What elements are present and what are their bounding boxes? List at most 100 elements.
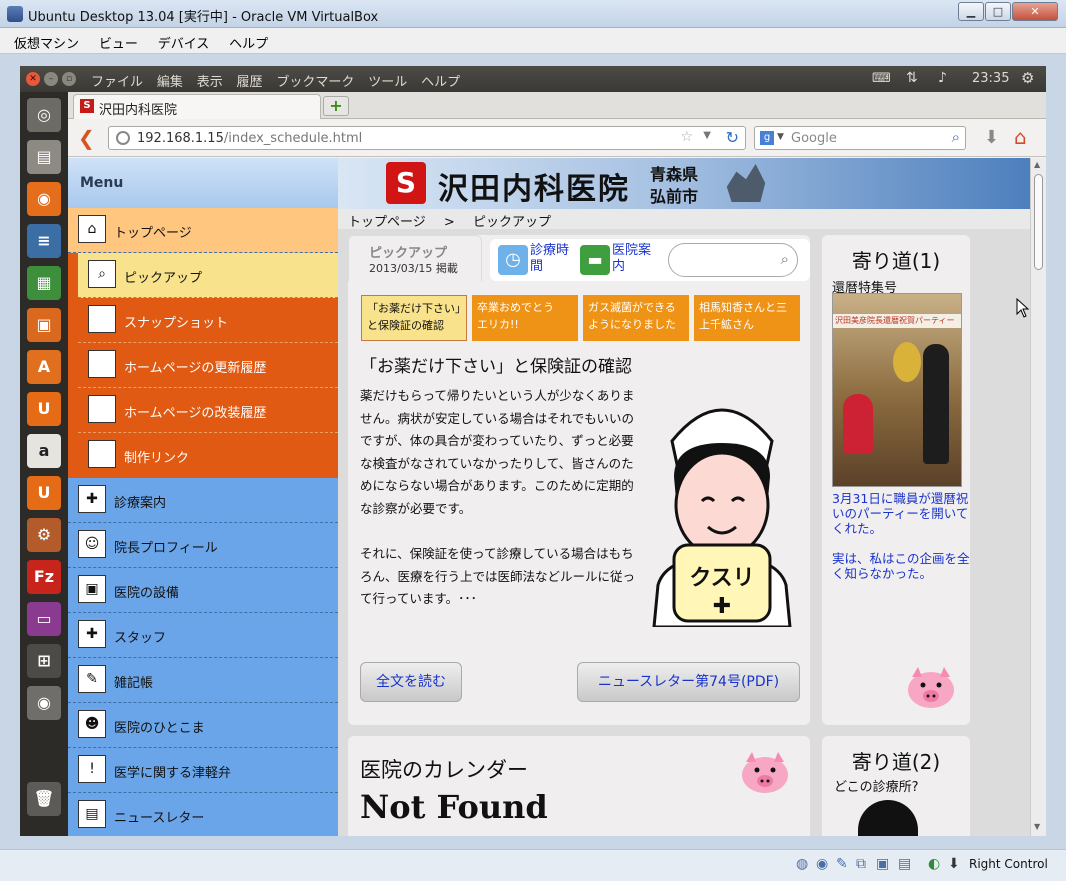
vertical-scrollbar[interactable]: ▲ ▼ (1030, 158, 1046, 836)
yorimichi-1-title: 寄り道(1) (851, 249, 941, 273)
nav-top-page[interactable]: ⌂ トップページ (68, 208, 338, 253)
writer-icon[interactable]: ≡ (27, 224, 61, 258)
shared-folder-icon[interactable]: ⧉ (856, 856, 866, 872)
menu-view[interactable]: 表示 (192, 66, 228, 90)
dash-icon[interactable]: ◎ (27, 98, 61, 132)
close-window-icon[interactable]: ✕ (26, 72, 40, 86)
nav-production-links[interactable]: ⚙ 制作リンク (78, 433, 338, 478)
terminal-icon[interactable]: ▭ (27, 602, 61, 636)
reload-icon[interactable]: ↻ (726, 128, 739, 147)
nav-hours-link[interactable]: 診療時間 (530, 243, 570, 275)
impress-icon[interactable]: ▣ (27, 308, 61, 342)
cd-icon[interactable]: ◉ (816, 856, 828, 872)
minimize-window-icon[interactable]: – (44, 72, 58, 86)
nav-clinic-moments[interactable]: ☻ 医院のひとこま (68, 703, 338, 748)
volume-icon[interactable]: ♪ (938, 70, 947, 86)
url-bar[interactable]: 192.168.1.15/index_schedule.html ☆ ▼ ↻ (108, 126, 746, 150)
home-icon[interactable]: ⌂ (1014, 125, 1027, 149)
nav-staff[interactable]: ✚ スタッフ (68, 613, 338, 658)
yorimichi-1-caption-2[interactable]: 実は、私はこの企画を全く知らなかった。 (832, 551, 970, 581)
keyboard-capture-icon[interactable]: ⬇ (948, 856, 960, 872)
filezilla-icon[interactable]: Fz (27, 560, 61, 594)
gear-icon[interactable]: ⚙ (1021, 69, 1034, 87)
site-search-input[interactable]: ⌕ (668, 243, 798, 277)
display-icon[interactable]: ▤ (898, 856, 911, 872)
read-more-button[interactable]: 全文を読む (360, 662, 462, 702)
menu-tools[interactable]: ツール (363, 66, 412, 90)
party-photo[interactable]: 沢田美彦院長還暦祝賀パーティー (832, 293, 962, 487)
scroll-thumb[interactable] (1034, 174, 1043, 270)
mouse-cursor-icon (1016, 298, 1030, 318)
nav-update-history[interactable]: ✎ ホームページの更新履歴 (78, 343, 338, 388)
ubuntu-one-icon[interactable]: U (27, 392, 61, 426)
history-dropdown-icon[interactable]: ▼ (703, 130, 711, 141)
network-icon[interactable]: ⇅ (906, 70, 918, 86)
nav-equipment[interactable]: ▣ 医院の設備 (68, 568, 338, 613)
nav-medical-info[interactable]: ✚ 診療案内 (68, 478, 338, 523)
dvd-icon[interactable]: ◉ (27, 686, 61, 720)
firefox-icon[interactable]: ◉ (27, 182, 61, 216)
new-tab-button[interactable]: + (323, 96, 349, 116)
engine-dropdown-icon[interactable]: ▼ (777, 132, 784, 142)
yorimichi-1-caption-1[interactable]: 3月31日に職員が還暦祝いのパーティーを開いてくれた。 (832, 491, 970, 536)
menu-file[interactable]: ファイル (86, 66, 148, 90)
nav-guide-link[interactable]: 医院案内 (612, 243, 652, 275)
scroll-down-icon[interactable]: ▼ (1034, 822, 1040, 831)
menu-help[interactable]: ヘルプ (221, 28, 276, 52)
search-icon[interactable]: ⌕ (781, 250, 789, 268)
pickup-tab[interactable]: ピックアップ 2013/03/15 掲載 (348, 235, 482, 281)
news-tab-3[interactable]: ガス滅菌ができる ようになりました (583, 295, 689, 341)
menu-view[interactable]: ビュー (91, 28, 146, 52)
system-settings-icon[interactable]: ⚙ (27, 518, 61, 552)
nav-newsletter[interactable]: ▤ ニュースレター (68, 793, 338, 836)
keyboard-icon[interactable]: ⌨ (872, 71, 891, 86)
menu-help[interactable]: ヘルプ (416, 66, 465, 90)
news-tab-1[interactable]: 「お薬だけ下さい」 と保険証の確認 (361, 295, 467, 341)
maximize-button[interactable]: □ (985, 2, 1011, 21)
download-icon[interactable]: ⬇ (984, 127, 999, 148)
google-icon: g (760, 131, 774, 145)
scroll-up-icon[interactable]: ▲ (1034, 160, 1040, 169)
bookmark-star-icon[interactable]: ☆ (680, 129, 693, 145)
files-icon[interactable]: ▤ (27, 140, 61, 174)
network-adapter-icon[interactable]: ▣ (876, 856, 889, 872)
software-center-icon[interactable]: A (27, 350, 61, 384)
nav-director-profile[interactable]: ☺ 院長プロフィール (68, 523, 338, 568)
nav-pickup[interactable]: ⌕ ピックアップ (78, 253, 338, 298)
news-tab-4[interactable]: 相馬知香さんと三 上千絋さん (694, 295, 800, 341)
browser-tab[interactable]: S 沢田内科医院 (73, 94, 321, 119)
mouse-integration-icon[interactable]: ◐ (928, 856, 940, 872)
news-tab-line: 「お薬だけ下さい」 (367, 302, 466, 315)
nav-tsugaru-dialect[interactable]: ! 医学に関する津軽弁 (68, 748, 338, 793)
clock-icon: ◷ (498, 245, 528, 275)
menu-machine[interactable]: 仮想マシン (6, 28, 87, 52)
close-button[interactable]: ✕ (1012, 2, 1058, 21)
nav-notebook[interactable]: ✎ 雑記帳 (68, 658, 338, 703)
breadcrumb-home[interactable]: トップページ (348, 215, 426, 230)
menu-devices[interactable]: デバイス (150, 28, 218, 52)
back-icon[interactable]: ❮ (78, 126, 95, 150)
restore-window-icon[interactable]: ▫ (62, 72, 76, 86)
vbox-menu-bar: 仮想マシン ビュー デバイス ヘルプ (0, 28, 1066, 54)
pig-icon (742, 752, 788, 793)
search-box[interactable]: g ▼ Google ⌕ (754, 126, 966, 150)
navigation-bar: ❮ 192.168.1.15/index_schedule.html ☆ ▼ ↻… (68, 119, 1046, 157)
news-tab-2[interactable]: 卒業おめでとう エリカ!! (472, 295, 578, 341)
host-key-label: Right Control (969, 857, 1048, 871)
ubuntu-one-music-icon[interactable]: U (27, 476, 61, 510)
clock[interactable]: 23:35 (972, 71, 1009, 86)
menu-bookmarks[interactable]: ブックマーク (271, 66, 359, 90)
menu-edit[interactable]: 編集 (152, 66, 188, 90)
nav-snapshot[interactable]: ◙ スナップショット (78, 298, 338, 343)
nav-renovation-history[interactable]: ⚒ ホームページの改装履歴 (78, 388, 338, 433)
minimize-button[interactable]: ▁ (958, 2, 984, 21)
newsletter-pdf-button[interactable]: ニュースレター第74号(PDF) (577, 662, 800, 702)
usb-icon[interactable]: ✎ (836, 856, 848, 872)
trash-icon[interactable]: 🗑 (27, 782, 61, 816)
amazon-icon[interactable]: a (27, 434, 61, 468)
workspaces-icon[interactable]: ⊞ (27, 644, 61, 678)
search-icon[interactable]: ⌕ (952, 128, 960, 146)
hdd-icon[interactable]: ◍ (796, 856, 808, 872)
calc-icon[interactable]: ▦ (27, 266, 61, 300)
menu-history[interactable]: 履歴 (232, 66, 268, 90)
